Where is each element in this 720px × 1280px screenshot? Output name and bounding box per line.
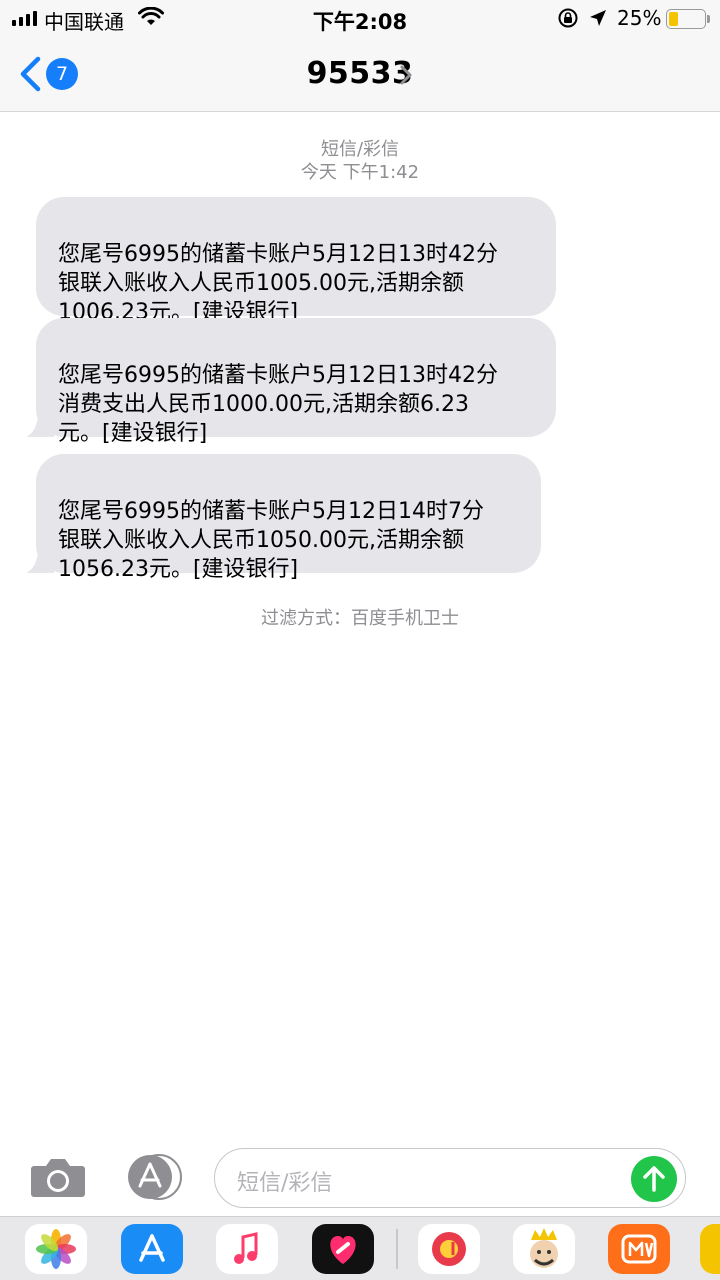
message-input[interactable]: 短信/彩信 xyxy=(214,1148,686,1208)
arrow-up-icon xyxy=(643,1166,665,1192)
partial-app-icon[interactable] xyxy=(700,1224,720,1274)
drawer-separator xyxy=(396,1229,398,1269)
message-input-placeholder: 短信/彩信 xyxy=(237,1171,333,1196)
battery-icon xyxy=(666,9,710,29)
app-store-icon[interactable] xyxy=(121,1224,183,1274)
send-button[interactable] xyxy=(631,1156,677,1202)
status-bar: 中国联通 下午2:08 25% xyxy=(0,0,720,36)
messages-screen: 中国联通 下午2:08 25% 7 95533 短信/彩信 今天 下午1:42 … xyxy=(0,0,720,1280)
message-bubble[interactable]: 您尾号6995的储蓄卡账户5月12日13时42分 银联入账收入人民币1005.0… xyxy=(36,197,556,325)
message-bubble[interactable]: 您尾号6995的储蓄卡账户5月12日14时7分 银联入账收入人民币1050.00… xyxy=(26,454,541,582)
heart-app-icon[interactable] xyxy=(312,1224,374,1274)
app-drawer xyxy=(0,1216,720,1280)
contact-number: 95533 xyxy=(306,56,414,91)
bubble-tail xyxy=(26,411,54,437)
mango-tv-icon[interactable] xyxy=(608,1224,670,1274)
bubble-tail xyxy=(26,547,54,573)
music-icon[interactable] xyxy=(216,1224,278,1274)
music-note-app-icon[interactable] xyxy=(418,1224,480,1274)
message-timestamp: 今天 下午1:42 xyxy=(300,162,420,183)
clock: 下午2:08 xyxy=(312,10,408,34)
battery-level-fill xyxy=(669,12,678,26)
message-text: 您尾号6995的储蓄卡账户5月12日13时42分 消费支出人民币1000.00元… xyxy=(58,363,498,446)
photos-icon[interactable] xyxy=(25,1224,87,1274)
message-text: 您尾号6995的储蓄卡账户5月12日14时7分 银联入账收入人民币1050.00… xyxy=(58,499,484,582)
filter-note: 过滤方式：百度手机卫士 xyxy=(261,608,459,629)
nav-bar: 7 95533 xyxy=(0,36,720,112)
contact-title[interactable]: 95533 xyxy=(0,56,720,91)
location-icon xyxy=(590,10,606,26)
message-bubble[interactable]: 您尾号6995的储蓄卡账户5月12日13时42分 消费支出人民币1000.00元… xyxy=(26,318,556,446)
king-avatar-app-icon[interactable] xyxy=(513,1224,575,1274)
camera-icon[interactable] xyxy=(30,1156,86,1198)
battery-percent: 25% xyxy=(617,6,662,30)
rotation-lock-icon xyxy=(558,8,578,28)
app-store-button[interactable] xyxy=(122,1154,182,1200)
chevron-right-icon[interactable] xyxy=(399,64,413,86)
message-text: 您尾号6995的储蓄卡账户5月12日13时42分 银联入账收入人民币1005.0… xyxy=(58,242,498,325)
